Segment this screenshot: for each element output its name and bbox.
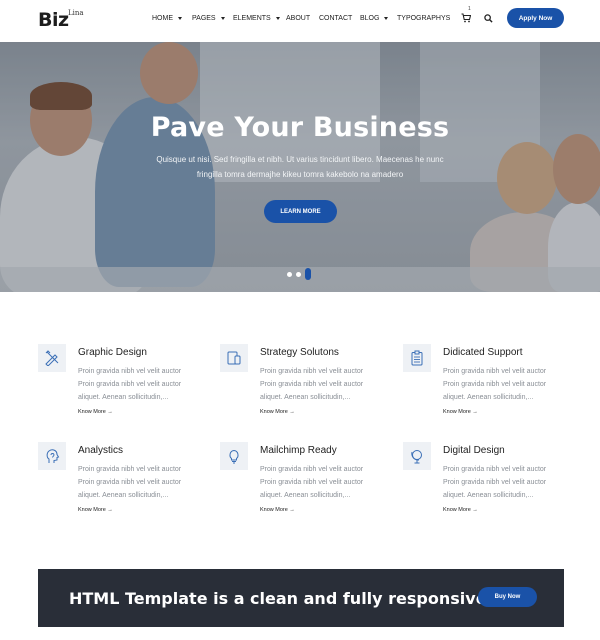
service-card: Graphic Design Proin gravida nibh vel ve… (38, 344, 198, 424)
nav-item-label: ABOUT (286, 15, 311, 22)
service-text: Proin gravida nibh vel velit auctor Proi… (443, 466, 547, 500)
know-more-link[interactable]: Know More → (443, 507, 478, 513)
service-icon-box (220, 442, 248, 470)
logo[interactable]: Biz (38, 9, 69, 31)
nav-item-label: BLOG (360, 15, 380, 22)
service-card: Didicated Support Proin gravida nibh vel… (403, 344, 563, 424)
site-header: Biz Lina HOME PAGES ELEMENTS ABOUT CONTA… (0, 0, 600, 42)
service-icon-box (38, 344, 66, 372)
slider-dot[interactable] (296, 271, 301, 277)
service-text: Proin gravida nibh vel velit auctor Proi… (78, 368, 182, 402)
nav-item-typographys[interactable]: TYPOGRAPHYS (397, 15, 450, 22)
nav-item-label: PAGES (192, 15, 216, 22)
slider-dots (287, 268, 311, 280)
service-card: Strategy Solutons Proin gravida nibh vel… (220, 344, 380, 424)
cta-text: HTML Template is a clean and fully respo… (69, 589, 493, 608)
service-icon-box (403, 344, 431, 372)
service-card: Analystics Proin gravida nibh vel velit … (38, 442, 198, 522)
service-title: Mailchimp Ready (260, 445, 337, 456)
service-title: Didicated Support (443, 347, 523, 358)
pencil-ruler-icon (45, 350, 59, 366)
nav-item-home[interactable]: HOME (152, 15, 182, 22)
nav-item-label: TYPOGRAPHYS (397, 15, 451, 22)
devices-icon (227, 351, 241, 365)
service-title: Graphic Design (78, 347, 147, 358)
service-icon-box (38, 442, 66, 470)
chevron-down-icon (178, 17, 182, 20)
service-icon-box (403, 442, 431, 470)
hero-title: Pave Your Business (150, 112, 450, 143)
service-text: Proin gravida nibh vel velit auctor Proi… (443, 368, 547, 402)
buy-now-button[interactable]: Buy Now (478, 587, 537, 607)
hero-subtitle: Quisque ut nisi. Sed fringilla et nibh. … (140, 152, 460, 182)
logo-superscript: Lina (68, 9, 84, 17)
nav-item-blog[interactable]: BLOG (360, 15, 389, 22)
nav-item-pages[interactable]: PAGES (192, 15, 225, 22)
nav-item-label: CONTACT (319, 15, 353, 22)
head-idea-icon (46, 449, 60, 463)
hero-subtitle-line: Quisque ut nisi. Sed fringilla et nibh. … (156, 155, 444, 164)
slider-dot-active[interactable] (305, 268, 311, 280)
service-title: Strategy Solutons (260, 347, 339, 358)
lightbulb-icon (229, 449, 239, 464)
know-more-link[interactable]: Know More → (443, 409, 478, 415)
apply-now-button[interactable]: Apply Now (507, 8, 564, 28)
cart-count-badge: 1 (468, 6, 471, 12)
service-title: Analystics (78, 445, 124, 456)
nav-item-contact[interactable]: CONTACT (319, 15, 352, 22)
chevron-down-icon (384, 17, 389, 20)
hero-subtitle-line: fringilla tomra dermajhe kikeu tomra kak… (196, 170, 404, 179)
service-card: Mailchimp Ready Proin gravida nibh vel v… (220, 442, 380, 522)
service-text: Proin gravida nibh vel velit auctor Proi… (260, 466, 364, 500)
search-icon[interactable] (484, 14, 493, 23)
know-more-link[interactable]: Know More → (260, 409, 295, 415)
nav-item-elements[interactable]: ELEMENTS (233, 15, 280, 22)
nav-item-label: ELEMENTS (233, 15, 271, 22)
cart-icon[interactable] (461, 13, 471, 23)
service-card: Digital Design Proin gravida nibh vel ve… (403, 442, 563, 522)
service-text: Proin gravida nibh vel velit auctor Proi… (260, 368, 364, 402)
know-more-link[interactable]: Know More → (78, 409, 113, 415)
know-more-link[interactable]: Know More → (260, 507, 295, 513)
chevron-down-icon (275, 17, 280, 20)
hero-slider: Pave Your Business Quisque ut nisi. Sed … (0, 42, 600, 292)
nav-item-label: HOME (152, 15, 173, 22)
nav-item-about[interactable]: ABOUT (286, 15, 310, 22)
chevron-down-icon (220, 17, 225, 20)
service-icon-box (220, 344, 248, 372)
service-title: Digital Design (443, 445, 505, 456)
know-more-link[interactable]: Know More → (78, 507, 113, 513)
slider-dot[interactable] (287, 271, 292, 277)
learn-more-button[interactable]: LEARN MORE (264, 200, 337, 223)
service-text: Proin gravida nibh vel velit auctor Proi… (78, 466, 182, 500)
globe-stand-icon (411, 450, 422, 464)
cta-banner: HTML Template is a clean and fully respo… (38, 569, 564, 627)
clipboard-icon (411, 350, 423, 366)
